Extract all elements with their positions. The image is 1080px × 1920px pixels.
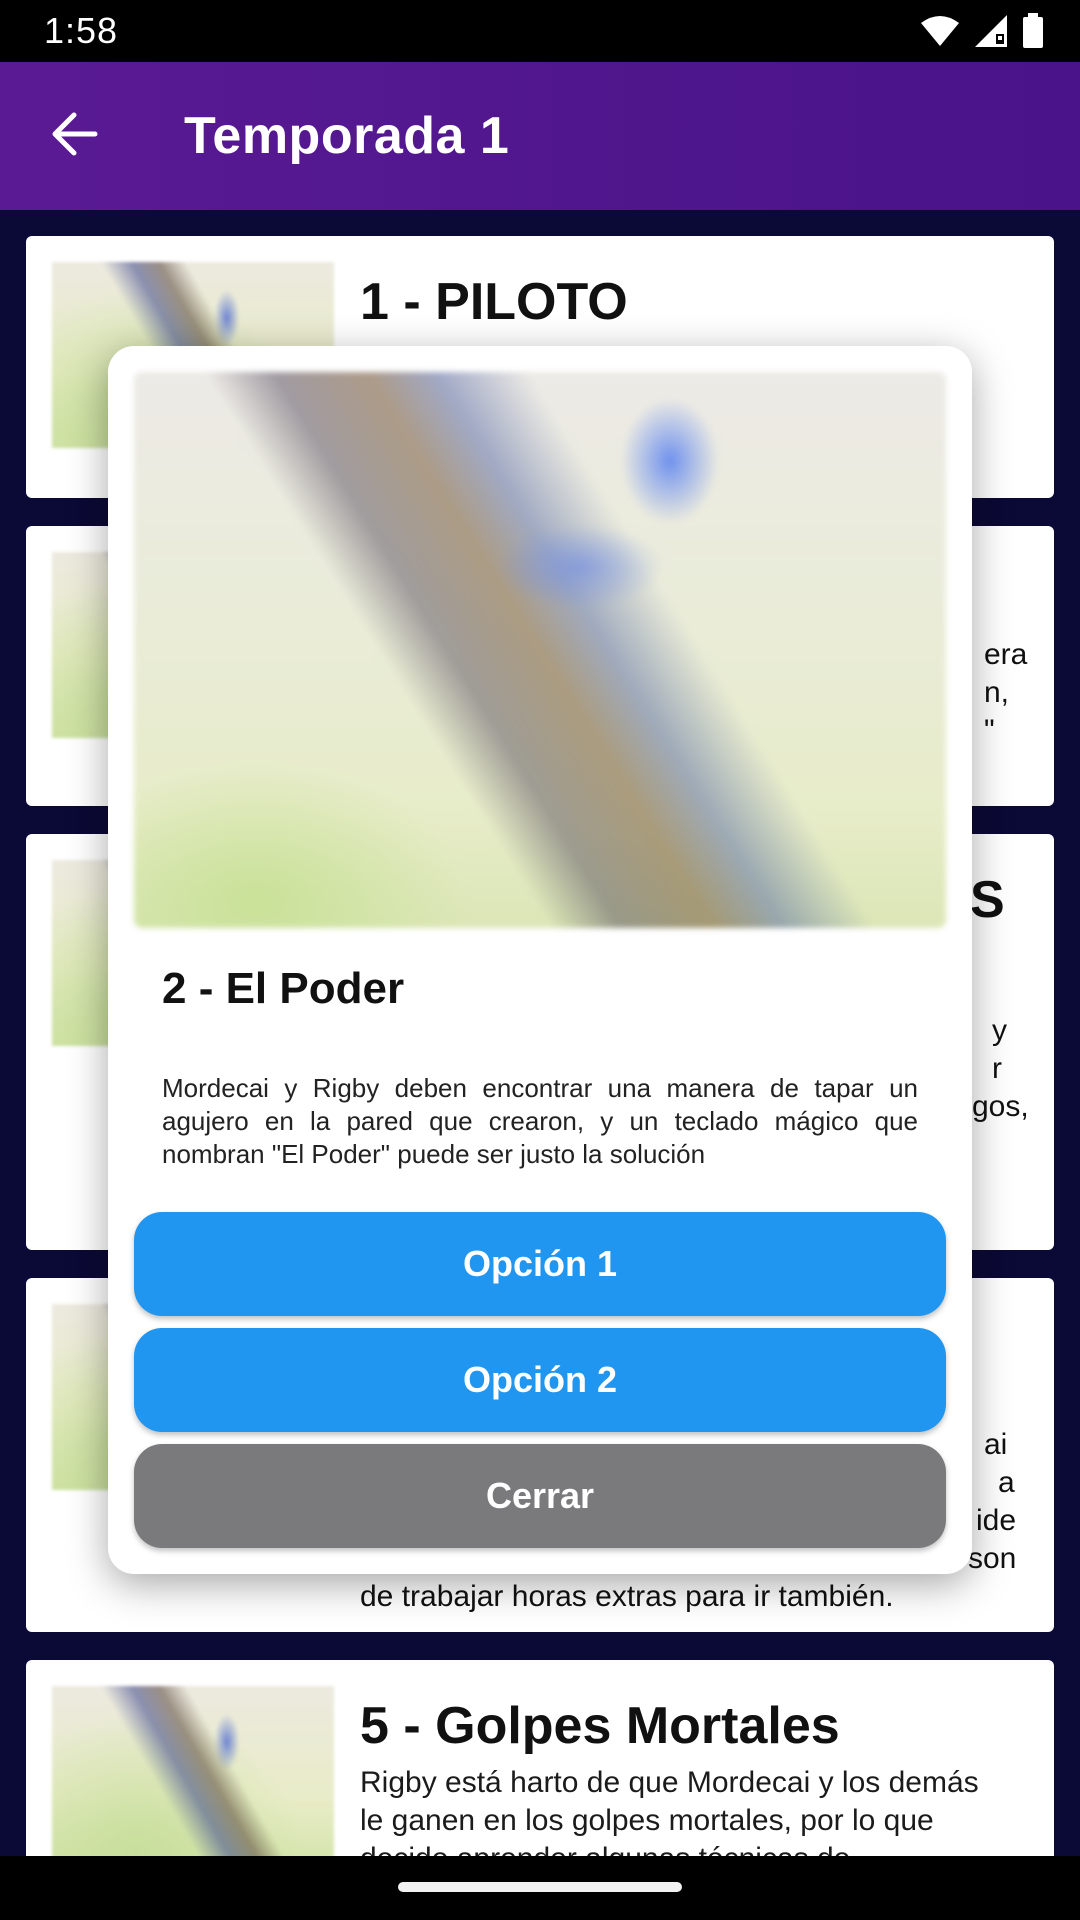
navigation-bar <box>0 1856 1080 1920</box>
dialog-description: Mordecai y Rigby deben encontrar una man… <box>162 1073 918 1169</box>
close-button[interactable]: Cerrar <box>134 1444 946 1548</box>
episode-dialog: 2 - El Poder Mordecai y Rigby deben enco… <box>108 346 972 1574</box>
home-gesture-handle[interactable] <box>398 1882 682 1892</box>
dialog-title: 2 - El Poder <box>162 964 405 1013</box>
option-1-button[interactable]: Opción 1 <box>134 1212 946 1316</box>
episode-image <box>134 372 946 928</box>
option-2-button[interactable]: Opción 2 <box>134 1328 946 1432</box>
